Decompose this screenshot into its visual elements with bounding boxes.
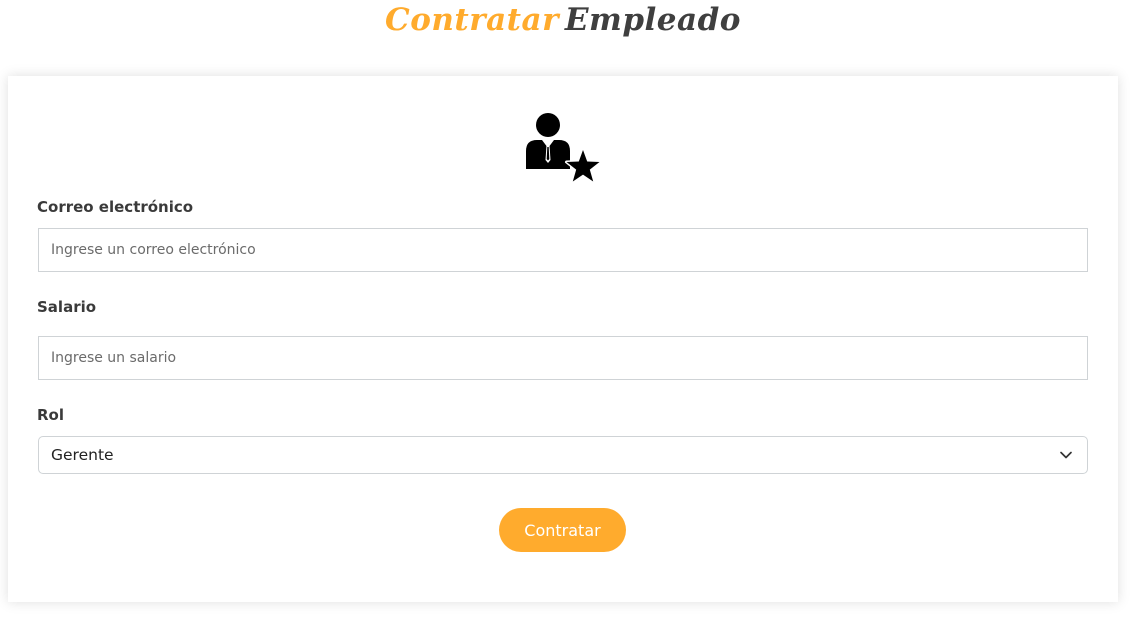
employee-star-icon: [526, 113, 601, 183]
page-title: Contratar Empleado: [0, 2, 1126, 38]
page-title-main: Empleado: [564, 2, 741, 38]
role-select[interactable]: Gerente: [38, 436, 1088, 474]
hire-employee-form-card: Correo electrónico Salario Rol Gerente C…: [8, 76, 1118, 602]
role-select-value: Gerente: [51, 446, 114, 464]
salary-field[interactable]: [38, 336, 1088, 380]
email-field[interactable]: [38, 228, 1088, 272]
salary-label: Salario: [37, 298, 97, 316]
chevron-down-icon: [1060, 451, 1072, 459]
page-title-accent: Contratar: [385, 2, 559, 38]
hire-button[interactable]: Contratar: [499, 508, 626, 552]
role-label: Rol: [37, 406, 64, 424]
email-label: Correo electrónico: [37, 198, 194, 216]
